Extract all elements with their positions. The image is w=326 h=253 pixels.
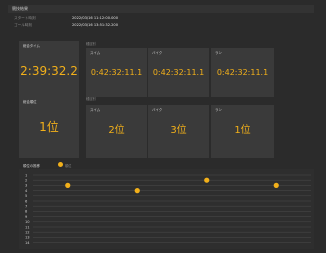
rank-point[interactable] (273, 182, 279, 188)
split-value-swim: 0:42:32:11.1 (90, 68, 143, 77)
y-tick-label: 14 (25, 241, 30, 245)
y-tick-label: 1 (25, 173, 27, 177)
y-tick-label: 4 (25, 189, 28, 193)
rank-point[interactable] (65, 182, 71, 188)
total-rank-card: 総合順位 1位 (19, 96, 79, 158)
y-tick-label: 9 (25, 215, 28, 219)
y-tick-label: 12 (25, 231, 30, 235)
rank-card-bike: バイク 3位 (148, 105, 209, 158)
rank-point[interactable] (134, 188, 140, 194)
rank-value-swim: 2位 (108, 125, 125, 136)
total-rank-value: 1位 (39, 120, 59, 134)
split-card-bike: バイク 0:42:32:11.1 (148, 48, 209, 97)
goal-time-value: 2022/03/16 13:51:32.200 (72, 23, 118, 27)
split-value-bike: 0:42:32:11.1 (152, 68, 205, 77)
rank-card-swim: スイム 2位 (86, 105, 147, 158)
y-tick-label: 3 (25, 184, 27, 188)
y-tick-label: 5 (25, 194, 27, 198)
y-tick-label: 2 (25, 179, 27, 183)
split-label-bike: バイク (152, 51, 163, 55)
split-section-label: 種目別 (86, 42, 96, 46)
rank-label-swim: スイム (90, 108, 101, 112)
split-value-run: 0:42:32:11.1 (216, 68, 269, 77)
chart-title: 順位の推移 (23, 164, 40, 168)
split-label-run: ラン (215, 51, 222, 55)
rank-section-label: 種目別 (86, 97, 96, 101)
split-card-swim: スイム 0:42:32:11.1 (86, 48, 147, 97)
total-time-value: 2:39:32.2 (20, 64, 78, 78)
rank-value-bike: 3位 (170, 125, 187, 136)
page-title: 競技結果 (12, 6, 28, 11)
rank-chart: 1 2 3 4 5 6 7 8 9 10 11 12 13 14 (19, 169, 314, 249)
rank-value-run: 1位 (234, 125, 251, 136)
y-tick-label: 11 (25, 225, 30, 229)
y-tick-label: 10 (25, 220, 30, 224)
total-time-label: 総合タイム (23, 44, 40, 48)
total-rank-label: 総合順位 (23, 100, 37, 104)
rank-label-run: ラン (215, 108, 222, 112)
header-bar: 競技結果 (8, 5, 314, 13)
results-window: 競技結果 スタート時刻 2022/03/16 11:12:00.000 ゴール時… (0, 0, 326, 249)
legend-dot-icon (58, 162, 63, 167)
split-label-swim: スイム (90, 51, 101, 55)
y-tick-label: 8 (25, 210, 28, 214)
start-time-label: スタート時刻 (14, 16, 36, 20)
rank-label-bike: バイク (152, 108, 163, 112)
total-time-card: 総合タイム 2:39:32.2 (19, 41, 79, 97)
legend-label: 順位 (65, 164, 72, 168)
rank-chart-svg: 1234567891011121314 (25, 173, 311, 245)
split-card-run: ラン 0:42:32:11.1 (211, 48, 274, 97)
rank-point[interactable] (204, 177, 210, 183)
goal-time-label: ゴール時刻 (14, 23, 32, 27)
y-tick-label: 13 (25, 236, 30, 240)
start-time-value: 2022/03/16 11:12:00.000 (72, 16, 118, 20)
rank-card-run: ラン 1位 (211, 105, 274, 158)
y-tick-label: 7 (25, 205, 27, 209)
y-tick-label: 6 (25, 199, 28, 203)
